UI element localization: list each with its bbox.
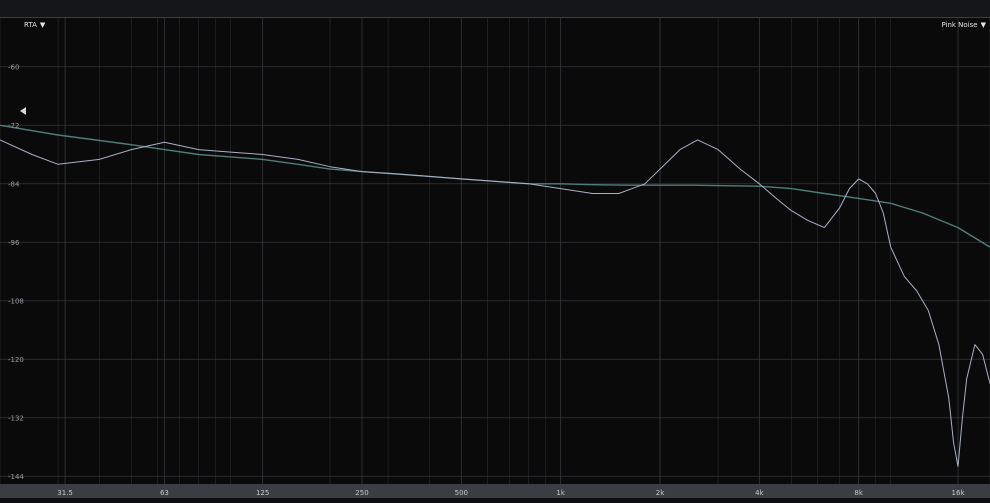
x-tick-label: 1k	[556, 489, 565, 497]
x-tick-label: 63	[160, 489, 169, 497]
x-tick-label: 4k	[755, 489, 764, 497]
signal-dropdown-label: Pink Noise	[941, 21, 978, 29]
x-tick-label: 250	[355, 489, 368, 497]
signal-dropdown[interactable]: Pink Noise ▼	[941, 20, 986, 30]
y-tick-label: -132	[8, 414, 24, 422]
y-tick-label: -72	[8, 122, 19, 130]
x-tick-label: 500	[455, 489, 468, 497]
caret-down-icon: ▼	[39, 21, 46, 29]
spectrum-series	[0, 124, 990, 467]
y-tick-label: -120	[8, 356, 24, 364]
reference-marker-triangle-left-icon[interactable]	[20, 106, 26, 115]
y-tick-label: -96	[8, 239, 20, 247]
y-tick-label: -60	[8, 63, 19, 71]
mode-dropdown[interactable]: RTA ▼	[24, 20, 45, 30]
x-tick-labels: 31.5 63 125 250 500 1k 2k 4k 8k 16k	[57, 489, 966, 497]
x-tick-label: 8k	[854, 489, 863, 497]
series-line-teal	[0, 124, 990, 248]
y-tick-labels: -60 -72 -84 -96 -108 -120 -132 -144	[8, 63, 24, 481]
caret-down-icon: ▼	[980, 21, 986, 29]
x-tick-label: 16k	[952, 489, 966, 497]
mode-dropdown-label: RTA	[24, 21, 37, 29]
x-tick-label: 31.5	[57, 489, 73, 497]
x-tick-label: 2k	[656, 489, 665, 497]
y-tick-label: -108	[8, 297, 24, 305]
y-tick-label: -84	[8, 180, 20, 188]
title-strip	[0, 0, 990, 18]
rta-chart: -60 -72 -84 -96 -108 -120 -132 -144	[0, 18, 990, 486]
frequency-axis-bar: 31.5 63 125 250 500 1k 2k 4k 8k 16k	[0, 484, 990, 498]
grid-lines	[0, 18, 990, 486]
x-tick-label: 125	[256, 489, 269, 497]
rta-plot-area[interactable]: -60 -72 -84 -96 -108 -120 -132 -144	[0, 18, 990, 486]
y-tick-label: -144	[8, 473, 24, 481]
